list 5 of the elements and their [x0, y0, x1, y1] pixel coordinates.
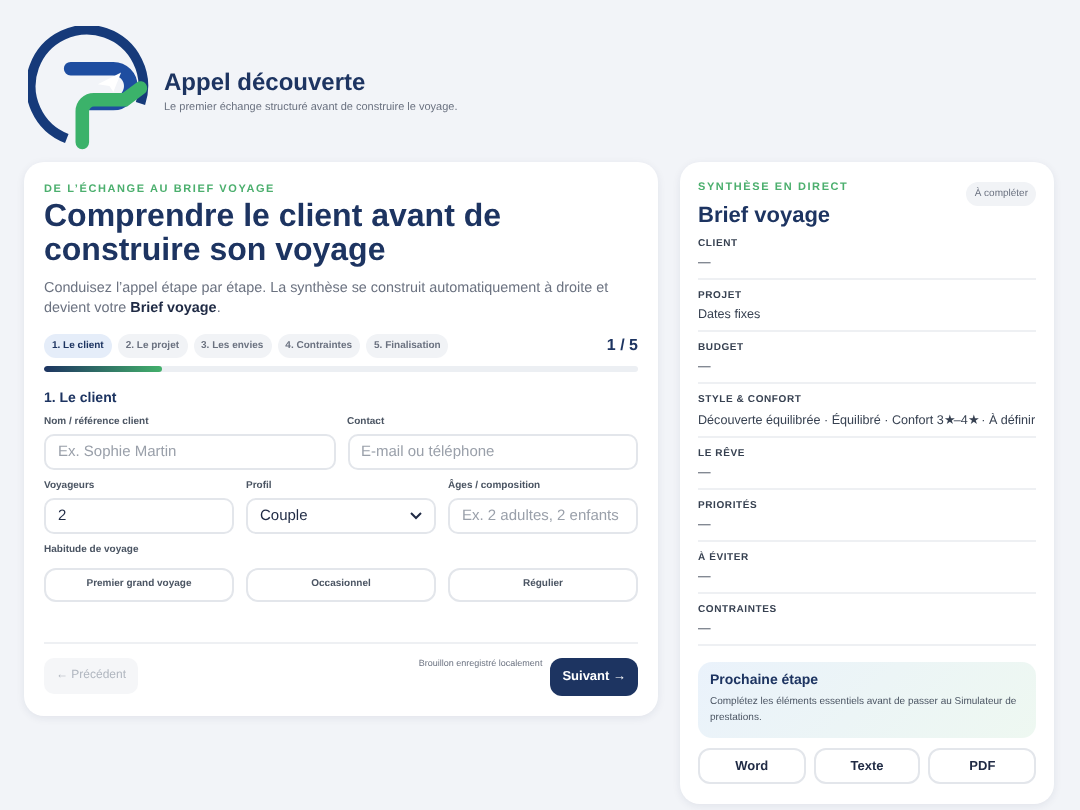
step-counter: 1 / 5 [606, 336, 638, 355]
page-title: Appel découverte [164, 67, 368, 95]
chevron-down-icon [410, 511, 422, 520]
form-title: Comprendre le client avant de construire son voyage [44, 202, 504, 270]
brief-title: Brief voyage [698, 204, 833, 228]
